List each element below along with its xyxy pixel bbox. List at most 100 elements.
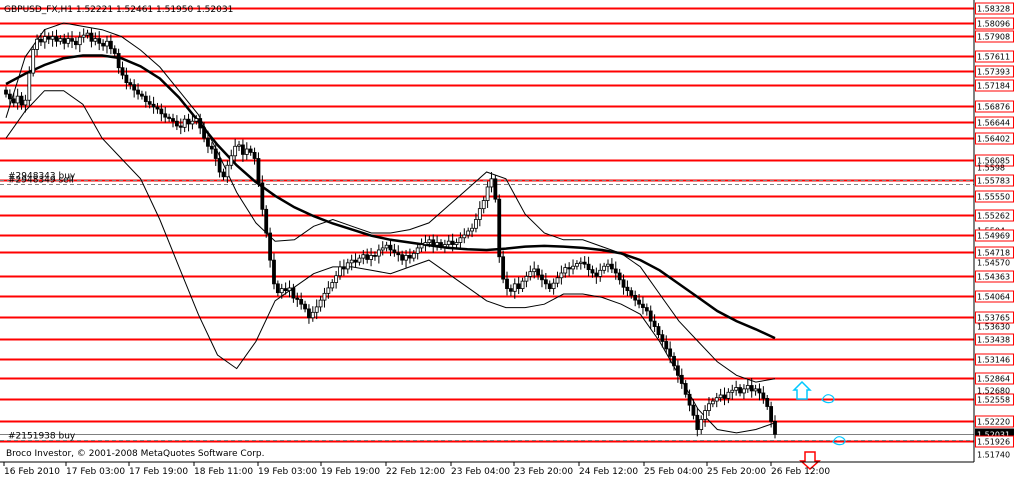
candle-body[interactable]	[474, 219, 478, 229]
candle-body[interactable]	[606, 263, 610, 267]
candle-body[interactable]	[419, 244, 424, 249]
candle-body[interactable]	[159, 108, 164, 115]
candle-body[interactable]	[120, 67, 125, 76]
candle-body[interactable]	[206, 137, 210, 147]
candle-body[interactable]	[93, 38, 98, 42]
candle-body[interactable]	[551, 282, 556, 289]
candle-body[interactable]	[536, 268, 540, 276]
candle-body[interactable]	[62, 38, 67, 44]
candle-body[interactable]	[190, 120, 195, 125]
candle-body[interactable]	[353, 259, 358, 263]
candle-body[interactable]	[310, 311, 315, 319]
candle-body[interactable]	[609, 263, 614, 270]
candle-body[interactable]	[295, 297, 300, 300]
candle-body[interactable]	[209, 145, 214, 150]
candle-body[interactable]	[617, 272, 622, 281]
candle-body[interactable]	[89, 32, 94, 42]
candle-body[interactable]	[641, 303, 645, 308]
candle-body[interactable]	[540, 274, 544, 281]
candle-body[interactable]	[757, 388, 762, 394]
candle-body[interactable]	[279, 288, 284, 294]
candle-body[interactable]	[621, 279, 626, 288]
candle-body[interactable]	[458, 237, 463, 243]
candle-body[interactable]	[322, 292, 327, 301]
candle-body[interactable]	[338, 266, 342, 277]
candle-body[interactable]	[128, 82, 133, 86]
candle-body[interactable]	[314, 306, 319, 313]
candle-body[interactable]	[722, 394, 727, 399]
candle-body[interactable]	[442, 244, 447, 247]
candle-body[interactable]	[101, 42, 105, 47]
candle-body[interactable]	[392, 249, 397, 254]
candle-body[interactable]	[625, 286, 630, 292]
candle-body[interactable]	[291, 287, 296, 299]
candle-body[interactable]	[186, 118, 191, 125]
candle-body[interactable]	[718, 394, 723, 399]
candle-body[interactable]	[361, 254, 366, 259]
candle-body[interactable]	[39, 38, 43, 43]
candle-body[interactable]	[345, 262, 350, 270]
candle-body[interactable]	[664, 341, 669, 350]
candle-body[interactable]	[112, 48, 117, 54]
candle-body[interactable]	[140, 93, 144, 97]
candle-body[interactable]	[77, 36, 82, 46]
candle-body[interactable]	[431, 239, 436, 246]
candle-body[interactable]	[524, 275, 529, 282]
candle-body[interactable]	[446, 240, 451, 245]
candle-body[interactable]	[155, 106, 160, 110]
candle-body[interactable]	[703, 410, 707, 420]
candle-body[interactable]	[730, 389, 735, 393]
candle-body[interactable]	[660, 334, 665, 342]
candle-body[interactable]	[70, 38, 74, 42]
candle-body[interactable]	[275, 283, 280, 294]
candle-body[interactable]	[493, 178, 498, 200]
candle-body[interactable]	[769, 406, 774, 422]
candle-body[interactable]	[423, 242, 428, 245]
candle-body[interactable]	[272, 259, 276, 285]
candle-body[interactable]	[260, 182, 265, 210]
candle-body[interactable]	[97, 38, 102, 44]
candle-body[interactable]	[512, 283, 517, 292]
candle-body[interactable]	[652, 320, 657, 327]
candle-body[interactable]	[85, 32, 90, 36]
candle-body[interactable]	[15, 95, 20, 104]
candle-body[interactable]	[202, 127, 206, 139]
candle-body[interactable]	[42, 36, 47, 43]
candle-body[interactable]	[532, 268, 537, 273]
candle-body[interactable]	[749, 385, 754, 392]
candle-body[interactable]	[435, 242, 440, 246]
candle-body[interactable]	[19, 95, 24, 106]
time-axis[interactable]: 16 Feb 2010 17 Feb 03:00 17 Feb 19:00 18 Fe…	[3, 462, 830, 477]
candle-body[interactable]	[586, 263, 591, 271]
candle-body[interactable]	[330, 282, 335, 289]
candle-body[interactable]	[485, 186, 490, 201]
candle-body[interactable]	[404, 254, 408, 261]
candle-body[interactable]	[349, 259, 354, 264]
candle-body[interactable]	[268, 232, 273, 261]
candle-body[interactable]	[400, 254, 405, 261]
candle-body[interactable]	[116, 53, 121, 69]
candle-body[interactable]	[497, 198, 502, 258]
candle-body[interactable]	[264, 208, 269, 234]
candle-body[interactable]	[505, 278, 509, 289]
candle-body[interactable]	[683, 383, 688, 395]
candle-body[interactable]	[307, 308, 311, 319]
price-chart[interactable]: #2151938 buy#2948343 buy#2948349 sell GB…	[0, 0, 1014, 479]
candle-body[interactable]	[74, 40, 78, 46]
chart-window[interactable]: #2151938 buy #2948343 buy #2948349 sell GB…	[0, 0, 1014, 479]
candle-body[interactable]	[637, 299, 641, 305]
candle-body[interactable]	[648, 310, 653, 322]
candle-body[interactable]	[198, 118, 203, 129]
candle-body[interactable]	[124, 74, 129, 84]
candle-body[interactable]	[31, 49, 36, 74]
candle-body[interactable]	[163, 113, 168, 118]
candle-body[interactable]	[46, 36, 51, 40]
candle-body[interactable]	[687, 393, 692, 406]
candle-body[interactable]	[7, 93, 12, 100]
candle-body[interactable]	[707, 403, 711, 411]
candle-body[interactable]	[105, 40, 109, 47]
candle-body[interactable]	[217, 158, 222, 173]
candle-body[interactable]	[221, 171, 226, 178]
candle-body[interactable]	[233, 145, 238, 157]
candle-body[interactable]	[11, 98, 16, 104]
